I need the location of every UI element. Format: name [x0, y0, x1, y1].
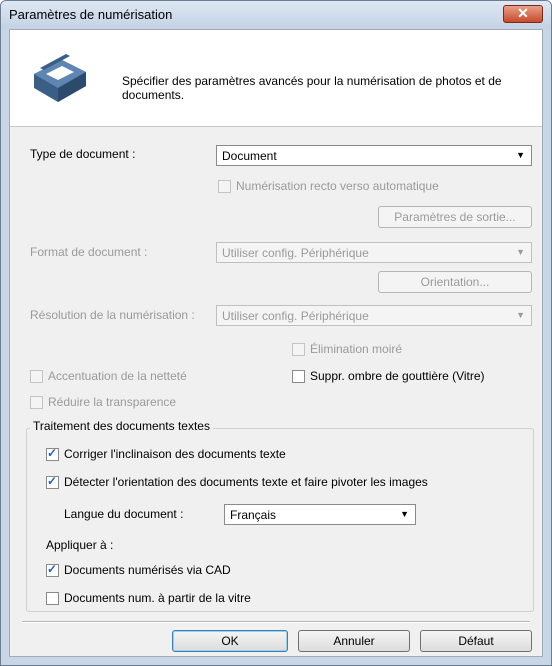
- platen-documents-checkbox[interactable]: [46, 592, 59, 605]
- unsharp-mask-checkbox[interactable]: [30, 370, 43, 383]
- dialog-header: Spécifier des paramètres avancés pour la…: [10, 30, 542, 127]
- correct-slant-label: Corriger l'inclinaison des documents tex…: [64, 447, 286, 461]
- document-size-select[interactable]: Utiliser config. Périphérique ▼: [216, 242, 532, 263]
- scan-settings-dialog: Paramètres de numérisation ✕ Spécifier d…: [0, 0, 552, 666]
- chevron-down-icon: ▼: [400, 509, 409, 519]
- reduce-show-through-label: Réduire la transparence: [48, 395, 177, 409]
- header-description: Spécifier des paramètres avancés pour la…: [122, 74, 502, 102]
- output-settings-button[interactable]: Paramètres de sortie...: [378, 206, 532, 228]
- document-type-value: Document: [222, 149, 277, 163]
- scanner-icon: [34, 54, 86, 102]
- adf-documents-checkbox[interactable]: [46, 562, 59, 577]
- cancel-button[interactable]: Annuler: [298, 630, 410, 652]
- dialog-body: Spécifier des paramètres avancés pour la…: [9, 29, 543, 657]
- duplex-checkbox[interactable]: [218, 180, 231, 193]
- resolution-select[interactable]: Utiliser config. Périphérique ▼: [216, 305, 532, 326]
- chevron-down-icon: ▼: [516, 150, 525, 160]
- window-title: Paramètres de numérisation: [9, 7, 173, 22]
- language-label: Langue du document :: [64, 507, 184, 521]
- correct-slant-checkbox[interactable]: [46, 446, 59, 461]
- unsharp-mask-label: Accentuation de la netteté: [48, 369, 187, 383]
- chevron-down-icon: ▼: [516, 247, 525, 257]
- close-button[interactable]: ✕: [503, 5, 543, 23]
- document-size-value: Utiliser config. Périphérique: [222, 246, 369, 260]
- resolution-label: Résolution de la numérisation :: [30, 308, 195, 322]
- platen-documents-label: Documents num. à partir de la vitre: [64, 591, 251, 605]
- chevron-down-icon: ▼: [516, 310, 525, 320]
- resolution-value: Utiliser config. Périphérique: [222, 309, 369, 323]
- gutter-shadow-checkbox[interactable]: [292, 370, 305, 383]
- document-type-label: Type de document :: [30, 147, 136, 161]
- document-type-select[interactable]: Document ▼: [216, 145, 532, 166]
- close-icon: ✕: [517, 5, 529, 21]
- language-value: Français: [230, 508, 277, 522]
- detect-orientation-checkbox[interactable]: [46, 474, 59, 489]
- title-bar[interactable]: Paramètres de numérisation ✕: [1, 1, 551, 29]
- descreen-checkbox[interactable]: [292, 343, 305, 356]
- duplex-label: Numérisation recto verso automatique: [236, 179, 439, 193]
- reduce-show-through-checkbox[interactable]: [30, 396, 43, 409]
- language-select[interactable]: Français ▼: [224, 504, 416, 525]
- adf-documents-label: Documents numérisés via CAD: [64, 563, 231, 577]
- document-size-label: Format de document :: [30, 245, 148, 259]
- apply-to-label: Appliquer à :: [46, 538, 114, 552]
- descreen-label: Élimination moiré: [310, 342, 403, 356]
- text-processing-title: Traitement des documents textes: [30, 419, 213, 433]
- gutter-shadow-label: Suppr. ombre de gouttière (Vitre): [310, 369, 485, 383]
- detect-orientation-label: Détecter l'orientation des documents tex…: [64, 475, 428, 489]
- bottom-separator: [22, 621, 530, 623]
- default-button[interactable]: Défaut: [420, 630, 532, 652]
- ok-button[interactable]: OK: [172, 630, 288, 652]
- orientation-button[interactable]: Orientation...: [378, 271, 532, 293]
